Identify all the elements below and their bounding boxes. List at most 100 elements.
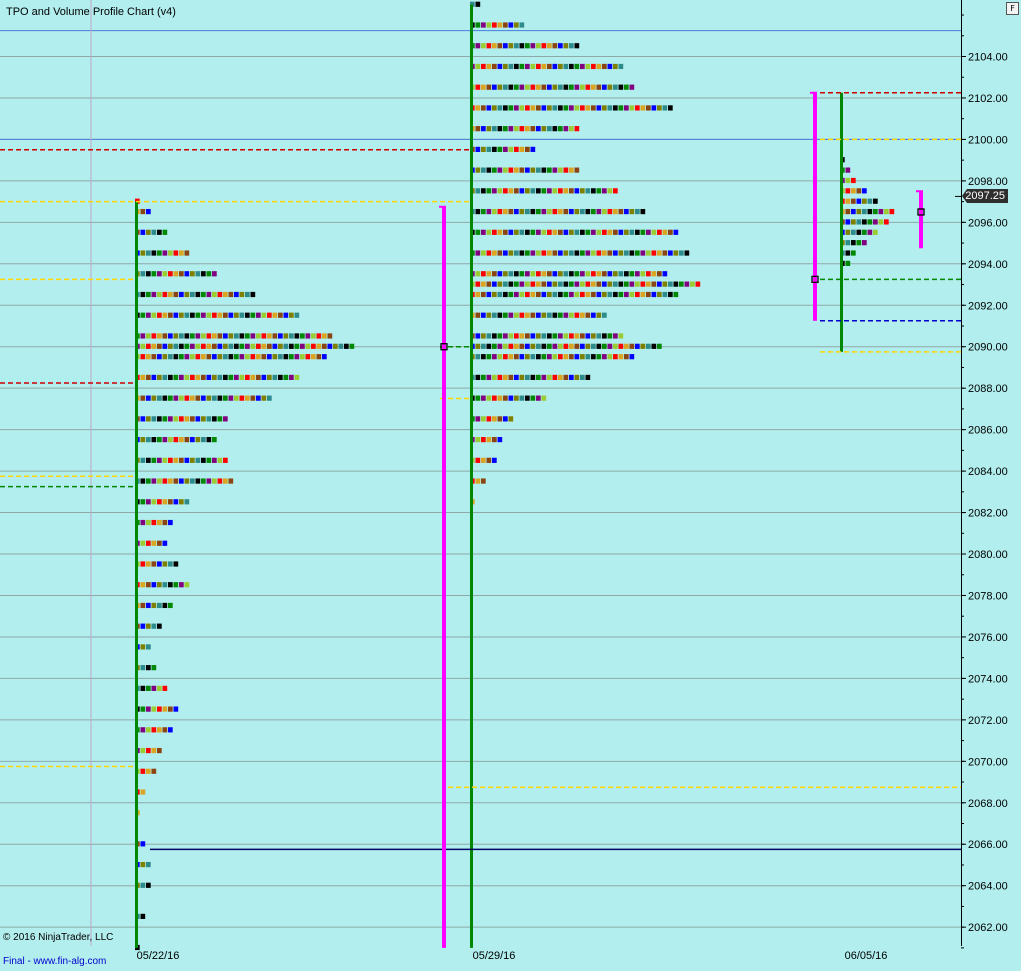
tpo-cell	[481, 343, 486, 349]
tpo-cell	[845, 240, 851, 246]
tpo-cell	[261, 374, 267, 381]
tpo-cell	[492, 167, 497, 173]
tpo-cell	[212, 343, 217, 349]
tpo-cell	[508, 84, 514, 90]
tpo-cell	[519, 354, 525, 360]
tpo-cell	[492, 126, 497, 132]
format-button[interactable]: F	[1006, 2, 1019, 15]
tpo-cell	[602, 291, 607, 298]
tpo-cell	[508, 208, 514, 215]
tpo-cell	[602, 312, 607, 318]
tpo-cell	[146, 437, 151, 443]
tpo-cell	[184, 312, 190, 318]
tpo-cell	[585, 63, 591, 70]
tpo-cell	[607, 271, 613, 277]
tpo-cell	[486, 167, 492, 173]
tpo-cell	[179, 395, 184, 401]
tpo-cell	[574, 63, 580, 70]
tpo-cell	[530, 333, 536, 339]
tpo-cell	[624, 281, 629, 287]
tpo-cell	[168, 312, 173, 318]
tpo-cell	[607, 84, 613, 90]
tpo-cell	[845, 177, 851, 184]
tpo-cell	[168, 333, 173, 339]
chart-window[interactable]: 2062.00 2064.00 2066.00 2068.00 2070.00 2072.…	[0, 0, 1021, 971]
tpo-cell	[541, 229, 547, 235]
tpo-chart[interactable]: 2062.00 2064.00 2066.00 2068.00 2070.00 2072.…	[0, 0, 1021, 971]
tpo-cell	[574, 281, 580, 287]
tpo-cell	[574, 343, 580, 349]
tpo-cell	[234, 354, 239, 360]
tpo-cell	[173, 271, 179, 277]
tpo-cell	[585, 105, 591, 111]
tpo-cell	[563, 63, 569, 70]
tpo-cell	[569, 374, 574, 381]
tpo-cell	[217, 478, 223, 484]
price-tick-label: 2086.00	[968, 425, 1008, 437]
tpo-cell	[508, 333, 514, 339]
tpo-cell	[195, 333, 201, 339]
tpo-cell	[146, 271, 151, 277]
tpo-cell	[278, 312, 283, 318]
tpo-cell	[563, 250, 569, 256]
tpo-cell	[580, 105, 585, 111]
tpo-cell	[580, 208, 585, 215]
tpo-cell	[151, 582, 157, 588]
tpo-cell	[212, 374, 217, 381]
tpo-cell	[508, 416, 514, 422]
tpo-cell	[525, 126, 530, 132]
tpo-cell	[486, 416, 492, 422]
tpo-cell	[541, 354, 547, 360]
tpo-cell	[250, 312, 256, 318]
tpo-cell	[481, 43, 486, 49]
tpo-cell	[624, 105, 629, 111]
tpo-cell	[503, 84, 508, 90]
tpo-cell	[481, 146, 486, 152]
tpo-cell	[267, 395, 272, 401]
tpo-cell	[250, 374, 256, 381]
tpo-cell	[146, 395, 151, 401]
tpo-cell	[497, 229, 503, 235]
tpo-cell	[475, 188, 481, 194]
tpo-cell	[140, 623, 146, 629]
tpo-cell	[146, 343, 151, 349]
tpo-cell	[217, 343, 223, 349]
tpo-cell	[234, 333, 239, 339]
tpo-cell	[492, 354, 497, 360]
tpo-cell	[475, 333, 481, 339]
tpo-cell	[514, 374, 519, 381]
tpo-cell	[228, 343, 234, 349]
tpo-cell	[591, 84, 596, 90]
tpo-cell	[190, 457, 195, 463]
tpo-cell	[618, 250, 624, 256]
tpo-cell	[492, 22, 497, 28]
tpo-cell	[206, 333, 212, 339]
tpo-cell	[569, 84, 574, 90]
footer-link[interactable]: Final - www.fin-alg.com	[3, 956, 106, 967]
tpo-cell	[305, 333, 311, 339]
tpo-cell	[162, 229, 168, 235]
initial-balance-bar	[470, 4, 473, 948]
tpo-cell	[574, 84, 580, 90]
tpo-cell	[552, 312, 558, 318]
tpo-cell	[146, 602, 151, 609]
tpo-cell	[867, 219, 873, 225]
tpo-cell	[514, 354, 519, 360]
tpo-cell	[146, 333, 151, 339]
tpo-cell	[602, 354, 607, 360]
tpo-cell	[596, 63, 602, 70]
tpo-cell	[157, 623, 162, 629]
tpo-cell	[300, 354, 305, 360]
tpo-cell	[635, 281, 640, 287]
tpo-cell	[184, 478, 190, 484]
tpo-cell	[228, 333, 234, 339]
price-tick-label: 2078.00	[968, 590, 1008, 602]
tpo-cell	[140, 644, 146, 650]
tpo-cell	[613, 291, 618, 298]
tpo-cell	[552, 167, 558, 173]
tpo-cell	[140, 727, 146, 733]
tpo-cell	[179, 457, 184, 463]
tpo-cell	[607, 105, 613, 111]
tpo-cell	[585, 188, 591, 194]
tpo-cell	[256, 374, 261, 381]
